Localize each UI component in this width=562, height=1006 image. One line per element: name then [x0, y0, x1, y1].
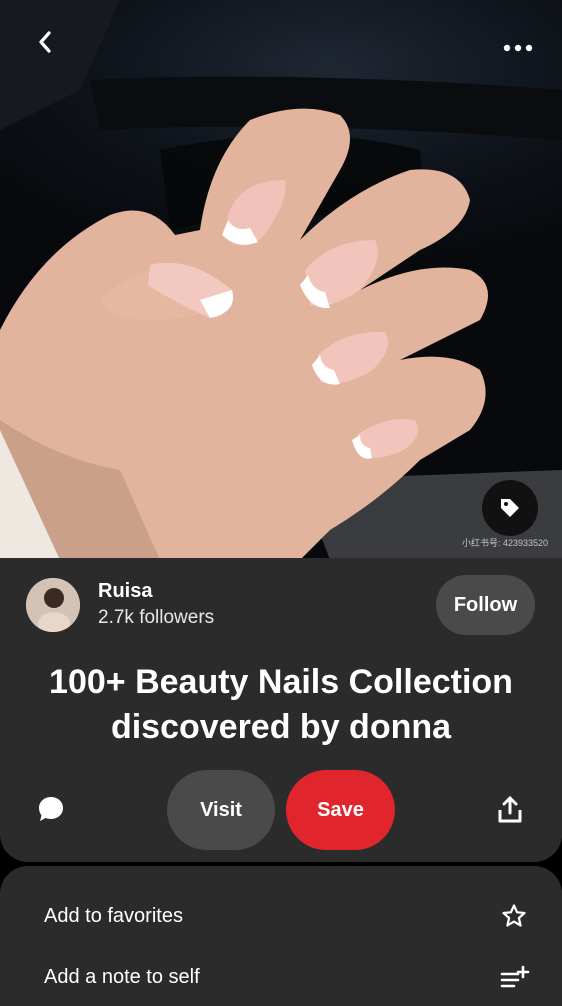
comment-icon	[39, 797, 63, 821]
share-icon	[498, 796, 522, 823]
creator-name[interactable]: Ruisa	[98, 580, 152, 603]
visit-button[interactable]: Visit	[167, 770, 275, 850]
more-options-button[interactable]	[498, 30, 538, 66]
avatar-photo	[26, 578, 80, 632]
pin-photo	[0, 0, 562, 560]
chevron-left-icon	[39, 31, 51, 53]
star-icon	[502, 904, 526, 927]
add-to-favorites-label: Add to favorites	[44, 904, 183, 927]
tag-icon	[501, 499, 519, 517]
more-horizontal-icon	[503, 44, 533, 52]
options-sheet: Add to favorites Add a note to self	[0, 866, 562, 1006]
add-note-label: Add a note to self	[44, 965, 200, 988]
product-tag-button[interactable]	[482, 480, 538, 536]
pin-title: 100+ Beauty Nails Collection discovered …	[49, 663, 513, 746]
follower-count: 2.7k followers	[98, 607, 215, 628]
watermark-text: 小红书号: 423933520	[462, 538, 549, 548]
pin-image[interactable]: 小红书号: 423933520	[0, 0, 562, 560]
save-button[interactable]: Save	[286, 770, 395, 850]
back-button[interactable]	[28, 24, 64, 60]
share-button[interactable]	[494, 794, 526, 826]
comment-button[interactable]	[34, 792, 68, 826]
add-to-favorites-item[interactable]: Add to favorites	[44, 896, 526, 936]
note-add-icon	[500, 965, 530, 988]
add-note-item[interactable]: Add a note to self	[44, 957, 530, 997]
follow-button[interactable]: Follow	[436, 575, 535, 635]
avatar[interactable]	[26, 578, 80, 632]
